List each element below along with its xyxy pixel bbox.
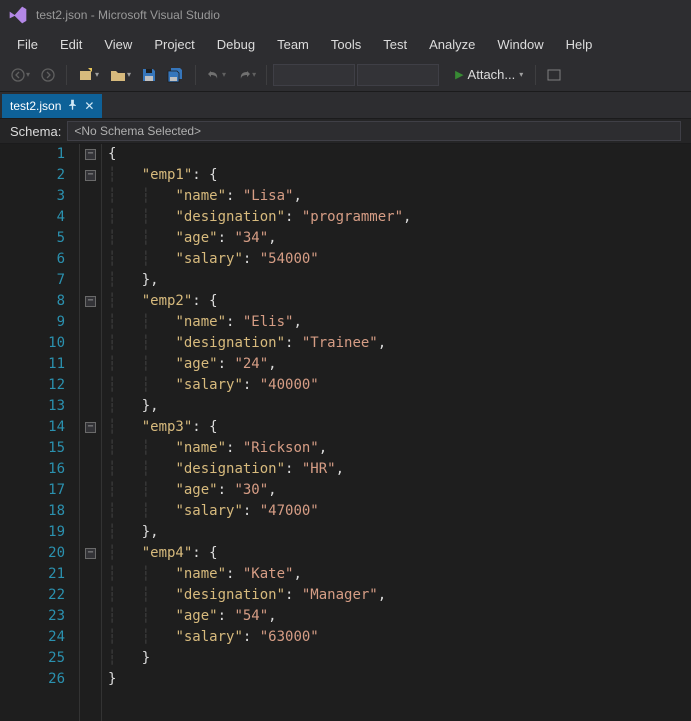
play-icon: ▶ xyxy=(455,68,463,81)
toolbar-separator xyxy=(66,65,67,85)
menu-file[interactable]: File xyxy=(6,33,49,56)
editor-tab-active[interactable]: test2.json ✕ xyxy=(2,94,102,118)
pin-icon[interactable] xyxy=(67,99,78,113)
fold-toggle[interactable]: − xyxy=(85,548,96,559)
menubar: File Edit View Project Debug Team Tools … xyxy=(0,30,691,58)
line-number-gutter: 1234567891011121314151617181920212223242… xyxy=(0,144,80,721)
menu-project[interactable]: Project xyxy=(143,33,205,56)
attach-label: Attach... xyxy=(468,67,516,82)
schema-select[interactable]: <No Schema Selected> xyxy=(67,121,681,141)
new-project-button[interactable]: ▾ xyxy=(73,63,103,87)
tabs-row: test2.json ✕ xyxy=(0,92,691,118)
code-editor[interactable]: 1234567891011121314151617181920212223242… xyxy=(0,144,691,721)
schema-bar: Schema: <No Schema Selected> xyxy=(0,118,691,144)
menu-test[interactable]: Test xyxy=(372,33,418,56)
fold-toggle[interactable]: − xyxy=(85,170,96,181)
nav-forward-button[interactable] xyxy=(36,63,60,87)
menu-debug[interactable]: Debug xyxy=(206,33,266,56)
menu-tools[interactable]: Tools xyxy=(320,33,372,56)
close-icon[interactable]: ✕ xyxy=(84,99,94,113)
code-content[interactable]: {┆ "emp1": {┆ ┆ "name": "Lisa",┆ ┆ "desi… xyxy=(102,144,417,721)
menu-team[interactable]: Team xyxy=(266,33,320,56)
fold-toggle[interactable]: − xyxy=(85,422,96,433)
toolbar-extra-button[interactable] xyxy=(542,63,566,87)
toolbar-separator xyxy=(535,65,536,85)
menu-help[interactable]: Help xyxy=(555,33,604,56)
schema-label: Schema: xyxy=(10,124,61,139)
window-title: test2.json - Microsoft Visual Studio xyxy=(36,8,220,22)
fold-toggle[interactable]: − xyxy=(85,296,96,307)
menu-analyze[interactable]: Analyze xyxy=(418,33,486,56)
menu-edit[interactable]: Edit xyxy=(49,33,93,56)
save-button[interactable] xyxy=(137,63,161,87)
toolbar-separator xyxy=(195,65,196,85)
vs-logo-icon xyxy=(8,5,28,25)
menu-window[interactable]: Window xyxy=(486,33,554,56)
undo-button[interactable]: ▾ xyxy=(202,63,230,87)
titlebar: test2.json - Microsoft Visual Studio xyxy=(0,0,691,30)
fold-toggle[interactable]: − xyxy=(85,149,96,160)
open-file-button[interactable]: ▾ xyxy=(105,63,135,87)
attach-button[interactable]: ▶ Attach... ▾ xyxy=(449,63,529,87)
platform-combo[interactable] xyxy=(357,64,439,86)
fold-gutter: − − − − − xyxy=(80,144,102,721)
menu-view[interactable]: View xyxy=(93,33,143,56)
save-all-button[interactable] xyxy=(163,63,189,87)
nav-back-button[interactable]: ▾ xyxy=(6,63,34,87)
config-combo[interactable] xyxy=(273,64,355,86)
toolbar-separator xyxy=(266,65,267,85)
tab-label: test2.json xyxy=(10,99,61,113)
toolbar: ▾ ▾ ▾ ▾ ▾ ▶ Attach... ▾ xyxy=(0,58,691,92)
redo-button[interactable]: ▾ xyxy=(232,63,260,87)
